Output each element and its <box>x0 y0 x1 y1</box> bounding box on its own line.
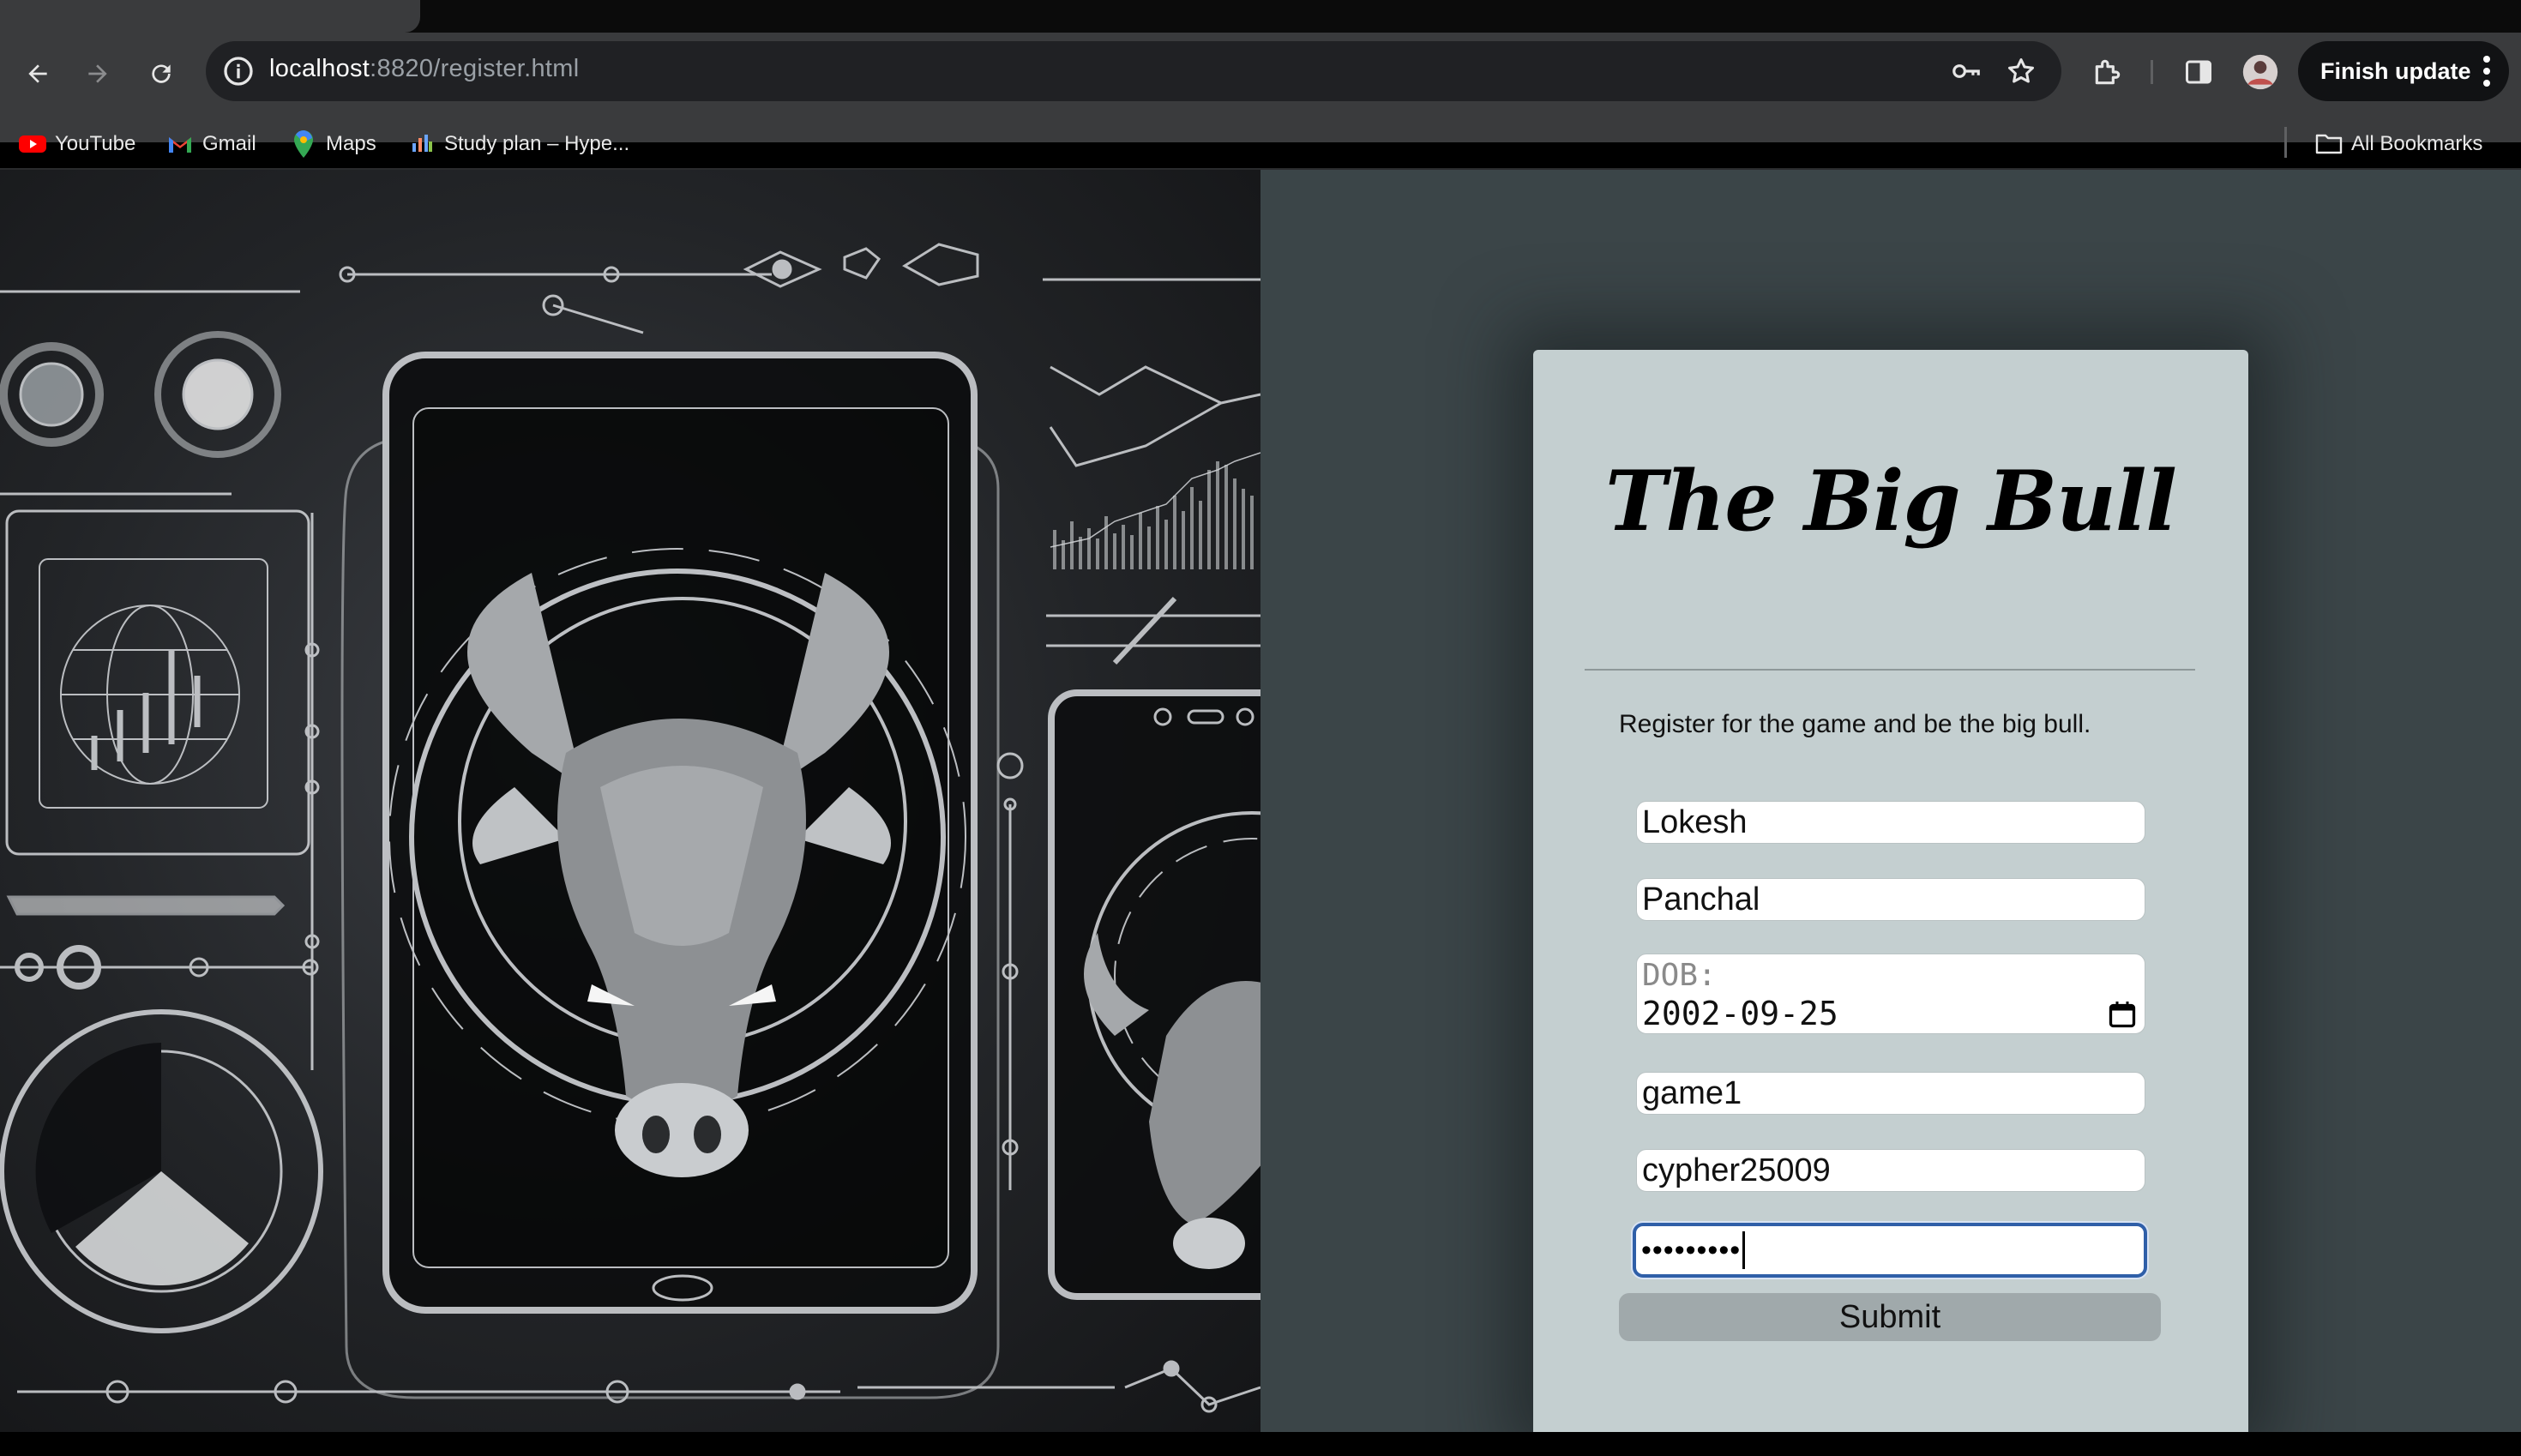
password-key-icon[interactable] <box>1946 51 1986 91</box>
bookmark-label: Maps <box>326 132 376 155</box>
finish-update-label: Finish update <box>2320 57 2471 84</box>
finish-update-button[interactable]: Finish update <box>2298 41 2509 101</box>
reload-icon <box>152 64 171 83</box>
register-tagline: Register for the game and be the big bul… <box>1619 710 2091 738</box>
user-id-input[interactable]: cypher25009 <box>1636 1149 2145 1192</box>
hype-icon <box>408 130 436 158</box>
last-name-input[interactable]: Panchal <box>1636 878 2145 921</box>
bookmark-maps[interactable]: Maps <box>290 129 376 159</box>
folder-icon <box>2315 130 2343 158</box>
star-icon <box>2008 58 2034 83</box>
page-title: The Big Bull <box>1605 453 2177 550</box>
username-input[interactable]: game1 <box>1636 1072 2145 1115</box>
bookmark-gmail[interactable]: Gmail <box>166 129 256 159</box>
first-name-input[interactable]: Lokesh <box>1636 801 2145 844</box>
calendar-icon[interactable] <box>2107 999 2138 1030</box>
bookmarks-divider <box>2284 127 2287 158</box>
page-viewport: The Big Bull Register for the game and b… <box>0 170 2521 1432</box>
bookmark-study-plan[interactable]: Study plan – Hype... <box>408 129 629 159</box>
profile-avatar[interactable] <box>2240 51 2281 93</box>
arrow-left-icon <box>28 64 47 83</box>
password-input[interactable]: ••••••••• <box>1633 1223 2147 1278</box>
bookmark-label: YouTube <box>55 132 136 155</box>
arrow-right-icon <box>88 64 107 83</box>
bookmark-label: Gmail <box>202 132 256 155</box>
puzzle-icon <box>2095 59 2121 85</box>
key-icon <box>1952 64 1980 78</box>
more-vert-icon <box>2483 56 2490 87</box>
window-bottom-edge <box>0 1432 2521 1456</box>
forward-button[interactable] <box>74 50 122 98</box>
gmail-icon <box>166 130 194 158</box>
bookmark-label: Study plan – Hype... <box>444 132 630 155</box>
all-bookmarks-label: All Bookmarks <box>2351 132 2483 155</box>
side-panel-button[interactable] <box>2178 51 2219 93</box>
back-button[interactable] <box>14 50 62 98</box>
text-caret <box>1742 1231 1746 1269</box>
dob-input[interactable]: DOB: 2002-09-25 <box>1636 954 2145 1034</box>
password-value: ••••••••• <box>1641 1233 1742 1266</box>
avatar-icon <box>2242 54 2278 90</box>
youtube-icon <box>19 130 46 158</box>
submit-button[interactable]: Submit <box>1619 1293 2161 1341</box>
title-divider <box>1585 669 2195 671</box>
extensions-button[interactable] <box>2087 51 2128 93</box>
url-host: localhost <box>269 55 370 82</box>
toolbar-divider <box>2151 60 2153 84</box>
all-bookmarks-button[interactable]: All Bookmarks <box>2315 129 2482 159</box>
reload-button[interactable] <box>137 50 185 98</box>
address-bar[interactable]: localhost:8820/register.html <box>206 41 2061 101</box>
site-info-icon[interactable] <box>221 54 256 88</box>
bull-artwork-image <box>0 243 1260 1413</box>
url-path: :8820/register.html <box>370 55 580 82</box>
bookmark-youtube[interactable]: YouTube <box>19 129 135 159</box>
tab-strip <box>0 0 2521 33</box>
register-card: The Big Bull Register for the game and b… <box>1533 350 2248 1432</box>
bookmark-star-button[interactable] <box>2001 51 2041 91</box>
hero-illustration <box>0 170 1260 1432</box>
maps-icon <box>290 130 317 158</box>
dob-value: 2002-09-25 <box>1642 995 1838 1032</box>
dob-label: DOB: <box>1642 958 1717 993</box>
active-tab[interactable] <box>0 0 420 33</box>
side-panel-icon <box>2186 60 2211 84</box>
url-text: localhost:8820/register.html <box>269 55 579 83</box>
bookmarks-bar: YouTube Gmail Maps Study plan – Hype... … <box>0 120 2521 168</box>
